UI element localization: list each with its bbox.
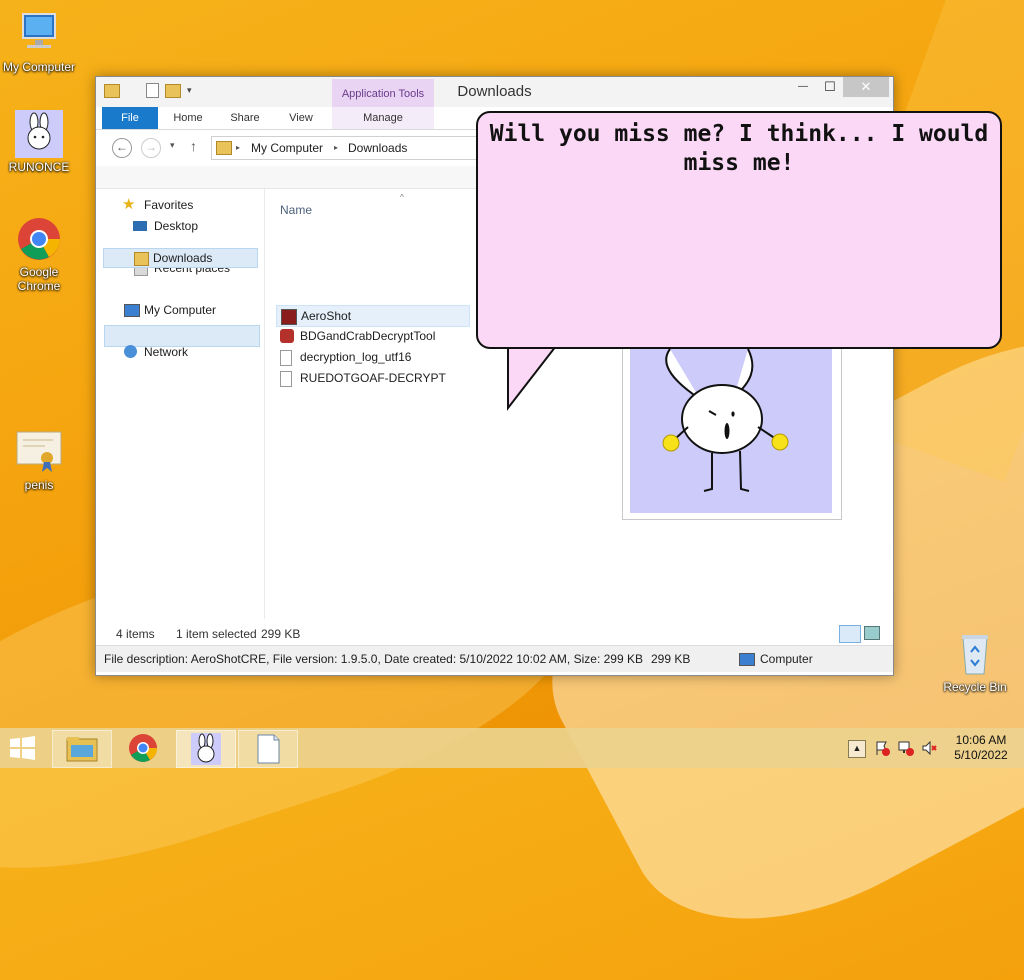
item-count: 4 items xyxy=(116,627,155,641)
tab-view[interactable]: View xyxy=(278,107,324,129)
taskbar: ▲ 10:06 AM 5/10/2022 xyxy=(0,728,1024,768)
app-icon xyxy=(281,309,297,325)
file-name: decryption_log_utf16 xyxy=(300,350,412,364)
recent-locations-icon[interactable]: ▾ xyxy=(170,140,175,151)
desktop-icon-label: Recycle Bin xyxy=(943,680,1007,694)
downloads-folder-icon xyxy=(134,252,149,266)
star-icon: ★ xyxy=(122,196,136,213)
system-clock[interactable]: 10:06 AM 5/10/2022 xyxy=(948,733,1014,763)
taskbar-bunny-app[interactable] xyxy=(176,730,236,768)
bunny-picture xyxy=(630,348,832,513)
details-view-button[interactable] xyxy=(839,625,861,643)
file-description: File description: AeroShotCRE, File vers… xyxy=(104,652,643,666)
show-hidden-icons-button[interactable]: ▲ xyxy=(848,740,866,758)
nav-downloads-item[interactable]: Downloads xyxy=(103,248,258,268)
tab-file[interactable]: File xyxy=(102,107,158,129)
desktop-icon-my-computer[interactable]: My Computer xyxy=(1,10,77,74)
action-center-icon[interactable] xyxy=(874,740,890,756)
bunny-app-icon xyxy=(191,733,221,765)
forward-button[interactable]: → xyxy=(141,138,161,158)
details-size: 299 KB xyxy=(651,652,691,666)
file-name: AeroShot xyxy=(301,309,352,323)
maximize-button[interactable]: ☐ xyxy=(816,77,844,97)
nav-label: Network xyxy=(144,345,189,359)
minimize-button[interactable]: — xyxy=(789,77,817,97)
clock-time: 10:06 AM xyxy=(955,733,1007,747)
tab-home[interactable]: Home xyxy=(164,107,212,129)
desktop-icon-label: penis xyxy=(24,478,54,492)
title-bar[interactable]: ▾ Application Tools Downloads — ☐ ✕ xyxy=(96,77,893,107)
nav-label: My Computer xyxy=(144,303,217,317)
status-bar: 4 items 1 item selected 299 KB xyxy=(96,623,893,643)
file-row[interactable]: RUEDOTGOAF-DECRYPT xyxy=(276,368,468,388)
computer-icon xyxy=(739,653,755,666)
nav-favorites[interactable]: ★ Favorites xyxy=(116,195,256,215)
close-button[interactable]: ✕ xyxy=(843,77,889,97)
chevron-right-icon: ▸ xyxy=(334,143,339,152)
back-button[interactable]: ← xyxy=(112,138,132,158)
window-title: Downloads xyxy=(457,83,532,100)
breadcrumb-my-computer[interactable]: My Computer xyxy=(251,141,323,155)
computer-icon xyxy=(124,304,140,317)
details-location: Computer xyxy=(760,652,813,666)
selection-count: 1 item selected xyxy=(176,627,257,641)
network-icon xyxy=(124,345,137,358)
file-explorer-icon xyxy=(66,737,98,762)
up-button[interactable]: ↑ xyxy=(190,138,197,154)
file-row[interactable]: decryption_log_utf16 xyxy=(276,347,468,367)
sort-ascending-icon: ^ xyxy=(400,193,404,202)
file-name: RUEDOTGOAF-DECRYPT xyxy=(300,371,446,385)
selection-size: 299 KB xyxy=(261,627,301,641)
chrome-icon xyxy=(15,215,63,263)
desktop-icon-penis[interactable]: penis xyxy=(1,428,77,492)
desktop-icon-label: My Computer xyxy=(2,60,76,74)
nav-label: Downloads xyxy=(153,251,213,265)
document-icon xyxy=(257,734,280,764)
pane-divider[interactable] xyxy=(264,189,265,619)
file-row[interactable]: AeroShot xyxy=(276,305,470,327)
app-icon xyxy=(280,329,294,343)
certificate-icon xyxy=(15,428,63,476)
desktop-icon xyxy=(133,221,147,231)
bunny-image-window[interactable] xyxy=(622,330,842,520)
breadcrumb-downloads[interactable]: Downloads xyxy=(348,141,407,155)
desktop-icon-recycle-bin[interactable]: Recycle Bin xyxy=(937,630,1013,694)
nav-network[interactable]: Network xyxy=(116,342,256,362)
windows-logo-icon xyxy=(10,736,35,760)
speech-bubble-text: Will you miss me? I think... I would mis… xyxy=(489,121,989,176)
folder-icon xyxy=(216,141,232,155)
desktop-icon-label: RUNONCE xyxy=(8,160,70,174)
nav-my-computer[interactable]: My Computer xyxy=(116,300,256,320)
taskbar-chrome[interactable] xyxy=(114,730,172,766)
chevron-right-icon: ▸ xyxy=(236,143,241,152)
volume-muted-icon[interactable] xyxy=(922,740,938,756)
taskbar-file-explorer[interactable] xyxy=(52,730,112,768)
recycle-bin-icon xyxy=(951,630,999,678)
nav-desktop[interactable]: Desktop xyxy=(106,216,256,236)
desktop-icon-runonce[interactable]: RUNONCE xyxy=(1,110,77,174)
nav-label: Desktop xyxy=(154,219,199,233)
clock-date: 5/10/2022 xyxy=(954,748,1008,762)
nav-label: Favorites xyxy=(144,198,194,212)
file-row[interactable]: BDGandCrabDecryptTool xyxy=(276,326,468,346)
chrome-icon xyxy=(129,734,157,762)
tab-share[interactable]: Share xyxy=(220,107,270,129)
details-bar: File description: AeroShotCRE, File vers… xyxy=(96,645,893,672)
taskbar-notepad[interactable] xyxy=(238,730,298,768)
bunny-icon xyxy=(15,110,63,158)
file-name: BDGandCrabDecryptTool xyxy=(300,329,436,343)
large-icons-view-button[interactable] xyxy=(864,626,880,640)
tab-manage[interactable]: Manage xyxy=(332,107,434,129)
desktop-icon-label: Google Chrome xyxy=(17,265,61,293)
text-file-icon xyxy=(280,350,292,366)
column-header-name[interactable]: Name xyxy=(280,203,312,217)
desktop-icon-chrome[interactable]: Google Chrome xyxy=(1,215,77,293)
computer-icon xyxy=(15,10,63,58)
start-button[interactable] xyxy=(8,736,38,760)
network-status-icon[interactable] xyxy=(898,740,914,756)
text-file-icon xyxy=(280,371,292,387)
